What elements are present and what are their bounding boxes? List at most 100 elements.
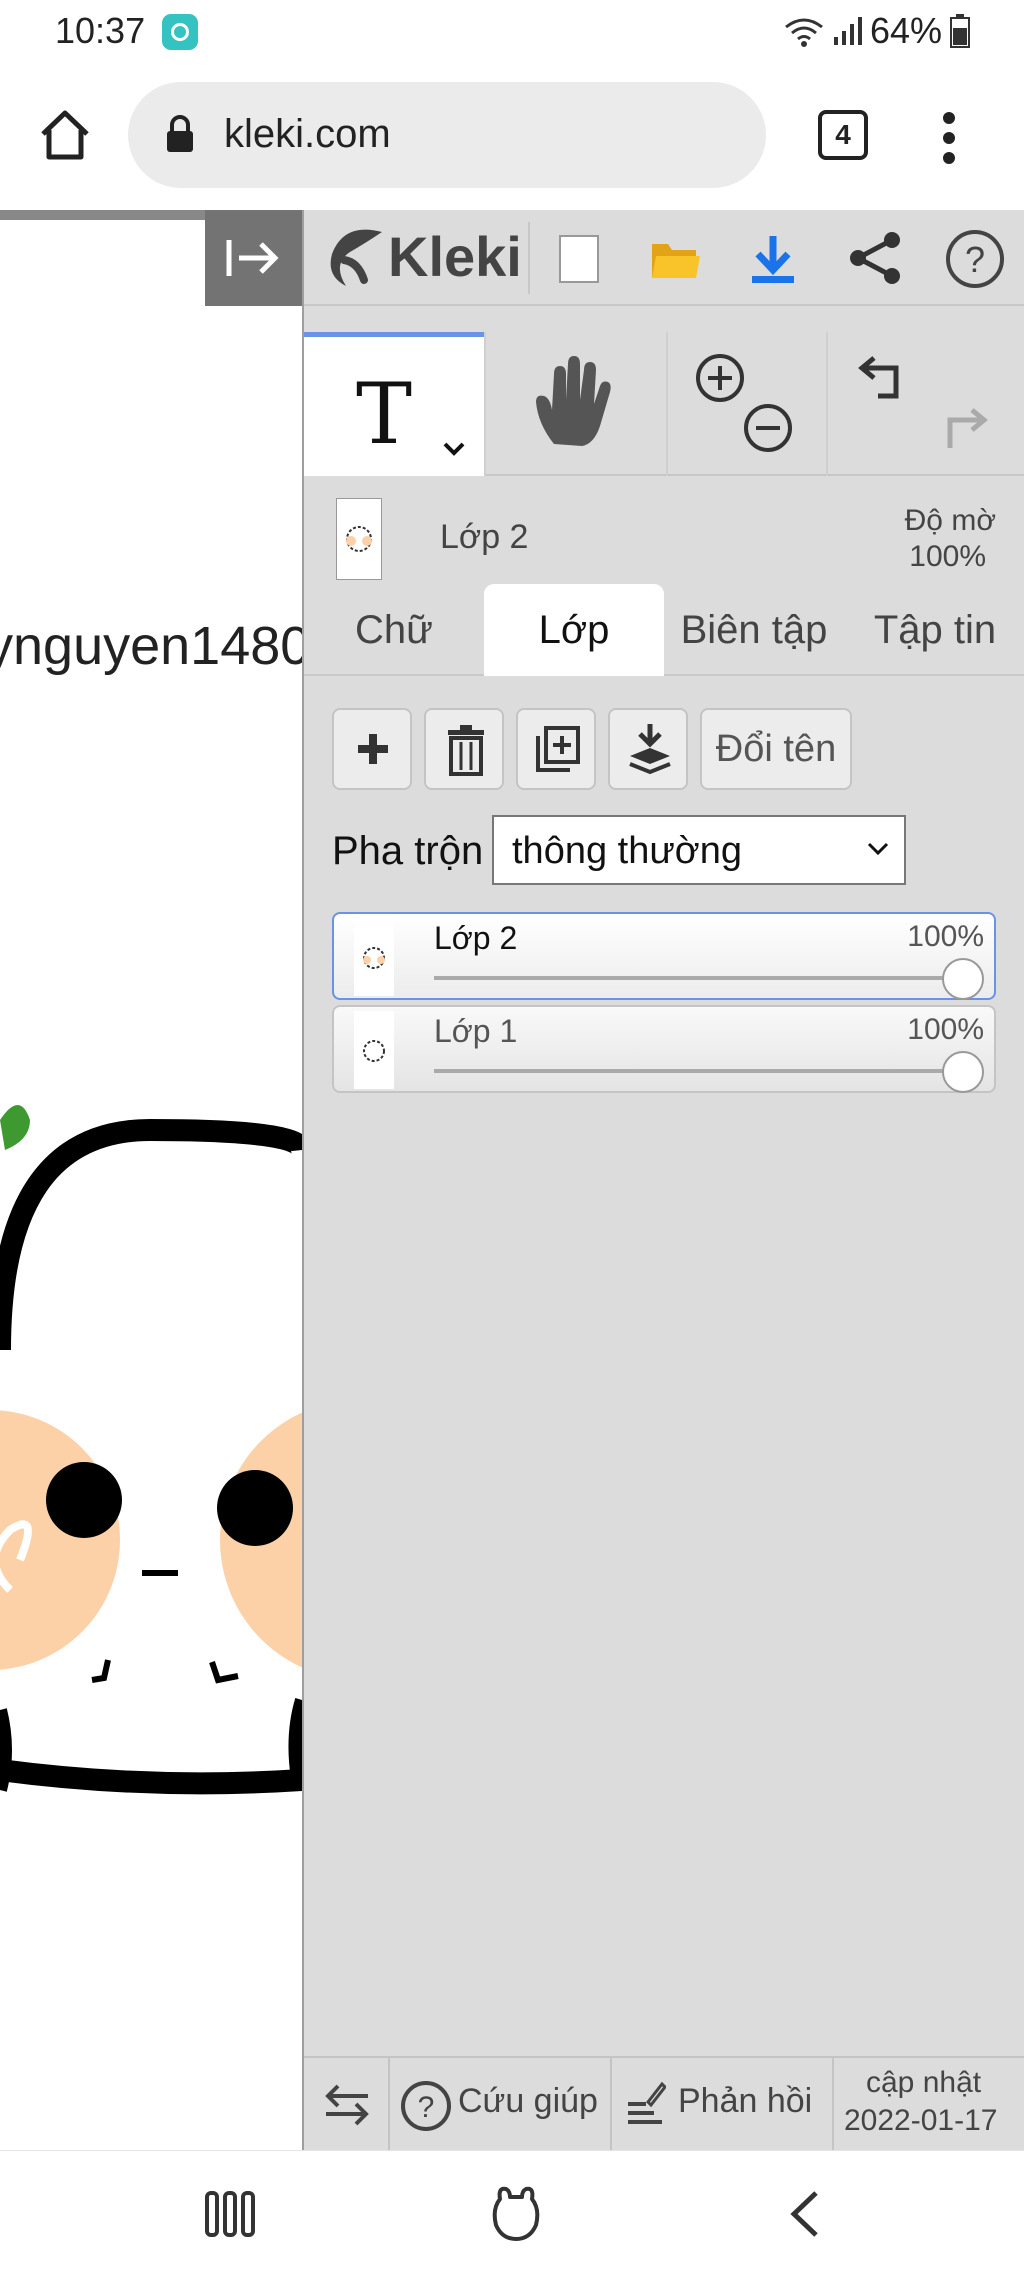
layer-thumb-face-icon — [363, 1040, 385, 1062]
chevron-down-icon — [867, 842, 889, 856]
update-label: cập nhật — [866, 2066, 982, 2099]
layer-thumbnail — [354, 1011, 394, 1089]
zoom-controls — [666, 332, 826, 476]
address-bar[interactable]: kleki.com — [128, 82, 766, 188]
rename-label: Đổi tên — [715, 728, 837, 770]
duplicate-layer-button[interactable] — [516, 708, 596, 790]
zoom-in-icon[interactable] — [694, 352, 746, 404]
tool-row: T — [304, 332, 1024, 476]
help-button[interactable]: ? Cứu giúp — [390, 2058, 612, 2150]
topbar-divider — [528, 222, 530, 294]
layer-item-2[interactable]: Lớp 2 100% — [332, 912, 996, 1000]
layer-opacity-knob[interactable] — [942, 958, 984, 1000]
android-nav-bar — [0, 2150, 1024, 2276]
layer-name: Lớp 1 — [434, 1013, 518, 1049]
layer-opacity: 100% — [907, 1013, 984, 1046]
trash-icon — [448, 725, 484, 776]
signal-icon — [833, 17, 862, 45]
more-menu-icon[interactable] — [938, 110, 960, 166]
swap-sides-button[interactable] — [304, 2058, 390, 2150]
help-circle-icon: ? — [401, 2081, 451, 2131]
history-controls — [826, 332, 1024, 476]
blend-mode-value: thông thường — [512, 830, 742, 872]
layer-thumb-face-icon — [346, 526, 372, 552]
collapse-arrow-icon — [226, 240, 279, 276]
plus-icon — [358, 734, 388, 764]
app-topbar: Kleki ? — [304, 210, 1024, 306]
collapse-panel-button[interactable] — [205, 210, 302, 306]
tab-layers[interactable]: Lớp — [484, 584, 664, 676]
status-bar: 10:37 64% — [0, 0, 1024, 62]
update-info: cập nhật 2022-01-17 — [834, 2058, 1024, 2150]
tab-text[interactable]: Chữ — [304, 584, 484, 676]
panel-footer: ? Cứu giúp Phản hồi cập nhật 2022-01-17 — [304, 2056, 1024, 2150]
back-icon[interactable] — [786, 2189, 822, 2239]
side-panel: Kleki ? T Lớp 2 Độ mờ 100% Chữ Lớp Biên … — [302, 210, 1024, 2150]
current-layer-thumbnail — [336, 498, 382, 580]
tab-switcher-button[interactable]: 4 — [818, 110, 868, 160]
layer-opacity: 100% — [907, 920, 984, 953]
blend-mode-select[interactable]: thông thường — [492, 815, 906, 885]
swap-arrows-icon — [325, 2084, 369, 2126]
merge-down-icon — [629, 724, 671, 775]
battery-percent: 64% — [869, 10, 942, 51]
current-layer-info: Lớp 2 Độ mờ 100% — [304, 478, 1024, 582]
duplicate-icon — [536, 726, 580, 772]
lock-icon — [167, 115, 193, 152]
layer-name: Lớp 2 — [434, 920, 518, 956]
zoom-out-icon[interactable] — [742, 402, 794, 454]
open-folder-icon[interactable] — [650, 236, 702, 282]
canvas-scroll-edge — [0, 210, 205, 220]
kleki-logo-icon — [330, 229, 382, 286]
recent-apps-icon[interactable] — [204, 2189, 256, 2239]
canvas-drawing — [0, 1105, 302, 1795]
blend-label: Pha trộn — [332, 829, 484, 873]
tab-file[interactable]: Tập tin — [844, 584, 1024, 676]
svg-text:?: ? — [418, 2091, 435, 2124]
help-label: Cứu giúp — [458, 2082, 598, 2120]
layer-item-1[interactable]: Lớp 1 100% — [332, 1005, 996, 1093]
home-icon[interactable] — [38, 108, 92, 162]
app-logo-text: Kleki — [388, 225, 522, 288]
delete-layer-button[interactable] — [424, 708, 504, 790]
wifi-icon — [785, 18, 823, 47]
home-bear-icon[interactable] — [490, 2185, 542, 2241]
rename-layer-button[interactable]: Đổi tên — [700, 708, 852, 790]
merge-layer-button[interactable] — [608, 708, 688, 790]
hand-icon — [536, 356, 611, 446]
download-icon[interactable] — [748, 232, 798, 286]
redo-icon[interactable] — [938, 404, 990, 456]
opacity-value: 100% — [909, 540, 986, 573]
layer-opacity-slider[interactable] — [434, 1069, 964, 1073]
svg-text:?: ? — [965, 239, 985, 280]
text-tool-icon: T — [356, 365, 413, 463]
update-date: 2022-01-17 — [844, 2104, 998, 2137]
status-right: 64% — [784, 10, 970, 52]
new-file-icon[interactable] — [558, 234, 600, 284]
current-layer-name: Lớp 2 — [440, 518, 529, 556]
battery-icon — [950, 14, 970, 48]
layer-opacity-slider[interactable] — [434, 976, 964, 980]
panel-tabs: Chữ Lớp Biên tập Tập tin — [304, 584, 1024, 676]
layer-thumbnail — [354, 918, 394, 996]
canvas-text: ynguyen1480 — [0, 616, 302, 676]
undo-icon[interactable] — [856, 352, 908, 404]
layer-opacity-knob[interactable] — [942, 1051, 984, 1093]
browser-toolbar: kleki.com 4 — [0, 62, 1024, 210]
tab-edit[interactable]: Biên tập — [664, 584, 844, 676]
app-notification-icon — [162, 14, 198, 50]
drawing-canvas[interactable]: ynguyen1480 — [0, 210, 302, 2150]
opacity-label: Độ mờ — [904, 504, 996, 537]
feedback-label: Phản hồi — [678, 2082, 813, 2120]
add-layer-button[interactable] — [332, 708, 412, 790]
chevron-down-icon[interactable] — [442, 441, 466, 457]
text-tool-button[interactable]: T — [304, 332, 484, 476]
feedback-pen-icon — [628, 2081, 666, 2124]
status-time: 10:37 — [55, 10, 146, 51]
hand-tool-button[interactable] — [484, 332, 666, 476]
url-text: kleki.com — [224, 112, 391, 156]
feedback-button[interactable]: Phản hồi — [612, 2058, 834, 2150]
layer-thumb-face-icon — [363, 947, 385, 969]
share-icon[interactable] — [848, 230, 902, 286]
help-icon[interactable]: ? — [944, 228, 1006, 290]
